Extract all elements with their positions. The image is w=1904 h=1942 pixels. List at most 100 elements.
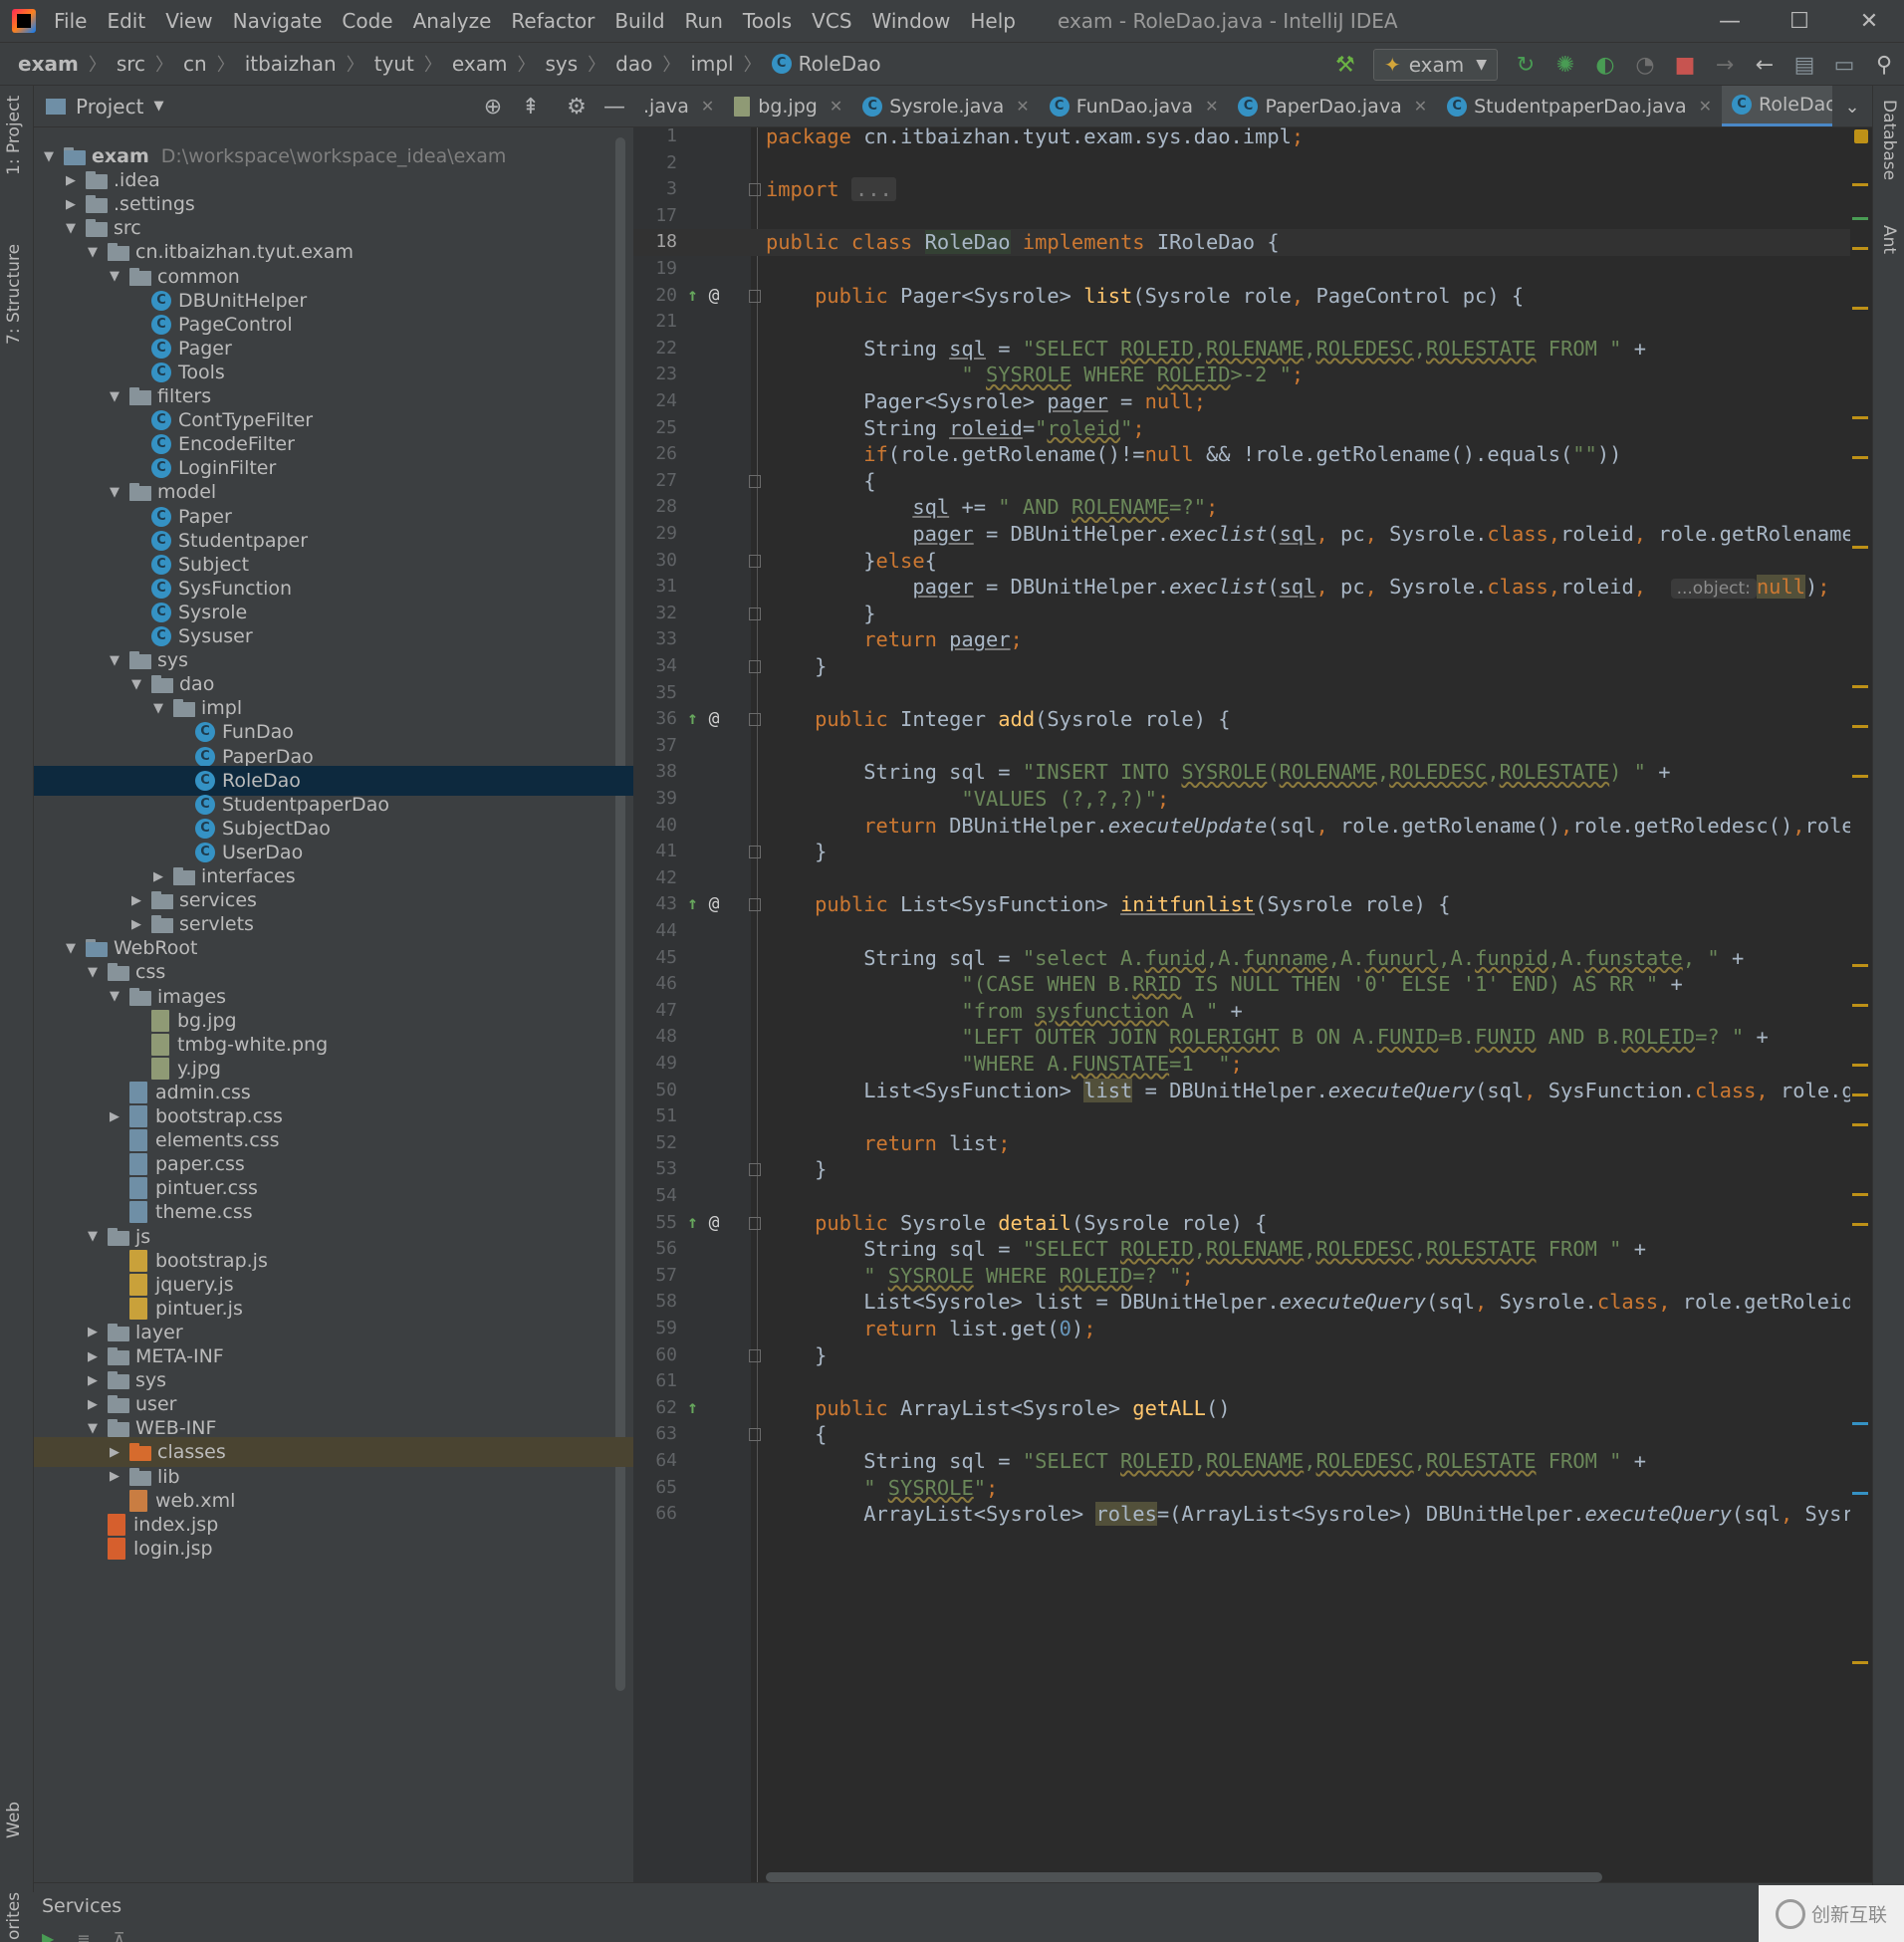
minimize-icon[interactable]: — <box>1695 0 1765 42</box>
expand-arrow-down-icon[interactable]: ▼ <box>104 269 125 284</box>
project-tool-tab[interactable]: 1: Project <box>4 96 24 175</box>
project-panel-title[interactable]: Project <box>76 95 143 119</box>
expand-arrow-right-icon[interactable]: ▶ <box>82 1373 104 1388</box>
expand-arrow-down-icon[interactable]: ▼ <box>104 989 125 1004</box>
profile-icon[interactable]: ◔ <box>1625 43 1665 87</box>
expand-arrow-down-icon[interactable]: ▼ <box>104 485 125 500</box>
expand-arrow-right-icon[interactable]: ▶ <box>60 173 82 188</box>
breadcrumb-item[interactable]: tyut <box>374 52 414 76</box>
expand-arrow-right-icon[interactable]: ▶ <box>104 1469 125 1484</box>
breadcrumb-item[interactable]: cn <box>183 52 207 76</box>
menu-file[interactable]: File <box>54 9 87 33</box>
collapse-icon[interactable]: ≡ <box>77 1929 90 1942</box>
menu-vcs[interactable]: VCS <box>812 9 851 33</box>
editor-tab[interactable]: C Sysrole.java ✕ <box>852 86 1039 126</box>
hide-panel-icon[interactable]: — <box>595 95 633 120</box>
expand-arrow-down-icon[interactable]: ▼ <box>60 221 82 236</box>
implements-method-icon[interactable]: ↑ @ <box>687 706 720 733</box>
menu-analyze[interactable]: Analyze <box>413 9 492 33</box>
fold-marker-icon[interactable] <box>749 660 761 673</box>
web-tool-tab[interactable]: Web <box>4 1802 24 1838</box>
menu-run[interactable]: Run <box>685 9 723 33</box>
expand-arrow-down-icon[interactable]: ▼ <box>82 1421 104 1436</box>
expand-arrow-down-icon[interactable]: ▼ <box>82 245 104 260</box>
menu-help[interactable]: Help <box>970 9 1016 33</box>
breadcrumb-item[interactable]: dao <box>615 52 652 76</box>
fold-marker-icon[interactable] <box>749 474 761 488</box>
expand-arrow-down-icon[interactable]: ▼ <box>125 677 147 692</box>
menu-refactor[interactable]: Refactor <box>511 9 595 33</box>
expand-arrow-down-icon[interactable]: ▼ <box>38 149 60 164</box>
expand-arrow-right-icon[interactable]: ▶ <box>82 1397 104 1412</box>
fold-marker-icon[interactable] <box>749 1348 761 1362</box>
implements-method-icon[interactable]: ↑ @ <box>687 1210 720 1237</box>
favorites-tool-tab[interactable]: orites <box>4 1892 24 1940</box>
expand-arrow-right-icon[interactable]: ▶ <box>104 1109 125 1124</box>
expand-arrow-down-icon[interactable]: ▼ <box>147 701 169 716</box>
close-tab-icon[interactable]: ✕ <box>1414 97 1427 116</box>
chevron-down-icon[interactable]: ▼ <box>153 99 163 114</box>
breadcrumb-item[interactable]: C RoleDao <box>771 52 881 76</box>
rerun-icon[interactable]: ↻ <box>1506 43 1546 87</box>
warning-status-icon[interactable] <box>1854 129 1868 143</box>
implements-method-icon[interactable]: ↑ @ <box>687 283 720 310</box>
close-tab-icon[interactable]: ✕ <box>1699 97 1712 116</box>
run-configuration-select[interactable]: ✦ exam ▼ <box>1372 49 1498 81</box>
structure-tool-tab[interactable]: 7: Structure <box>4 244 24 345</box>
filter-icon[interactable]: ⊼ <box>114 1929 125 1942</box>
editor-horizontal-scrollbar[interactable] <box>766 1872 1602 1882</box>
expand-arrow-right-icon[interactable]: ▶ <box>82 1325 104 1339</box>
expand-arrow-down-icon[interactable]: ▼ <box>60 941 82 956</box>
locate-file-icon[interactable]: ⊕ <box>474 95 512 120</box>
fold-marker-icon[interactable] <box>749 183 761 197</box>
fold-marker-icon[interactable] <box>749 846 761 859</box>
breadcrumb-item[interactable]: sys <box>545 52 578 76</box>
close-icon[interactable]: ✕ <box>1834 0 1904 42</box>
implements-method-icon[interactable]: ↑ @ <box>687 891 720 918</box>
expand-arrow-down-icon[interactable]: ▼ <box>82 965 104 980</box>
implements-method-icon[interactable]: ↑ <box>687 1395 698 1422</box>
breadcrumb-item[interactable]: impl <box>690 52 733 76</box>
run-icon[interactable]: ▶ <box>42 1929 54 1942</box>
gear-icon[interactable]: ⚙ <box>558 95 595 120</box>
coverage-icon[interactable]: ◐ <box>1585 43 1625 87</box>
fold-marker-icon[interactable] <box>749 1163 761 1177</box>
expand-arrow-right-icon[interactable]: ▶ <box>125 917 147 932</box>
forward-icon[interactable]: → <box>1705 43 1745 87</box>
build-hammer-icon[interactable]: ⚒ <box>1325 43 1365 87</box>
fold-marker-icon[interactable] <box>749 554 761 568</box>
menu-view[interactable]: View <box>165 9 212 33</box>
menu-tools[interactable]: Tools <box>743 9 792 33</box>
debug-icon[interactable]: ✺ <box>1546 43 1585 87</box>
close-tab-icon[interactable]: ✕ <box>1205 97 1218 116</box>
search-icon[interactable]: ⚲ <box>1864 43 1904 87</box>
editor-tab[interactable]: C StudentpaperDao.java ✕ <box>1437 86 1722 126</box>
tree-node[interactable]: login.jsp <box>34 1534 633 1564</box>
editor-tab[interactable]: C FunDao.java ✕ <box>1040 86 1229 126</box>
editor-tab[interactable]: C PaperDao.java ✕ <box>1228 86 1437 126</box>
stop-icon[interactable]: ■ <box>1665 43 1705 87</box>
menu-code[interactable]: Code <box>342 9 392 33</box>
breadcrumb-item[interactable]: exam <box>452 52 508 76</box>
menu-navigate[interactable]: Navigate <box>233 9 323 33</box>
expand-arrow-down-icon[interactable]: ▼ <box>104 389 125 404</box>
menu-edit[interactable]: Edit <box>107 9 145 33</box>
tab-list-chevron-icon[interactable]: ⌄ <box>1832 86 1872 126</box>
back-icon[interactable]: ← <box>1745 43 1785 87</box>
fold-marker-icon[interactable] <box>749 607 761 620</box>
expand-arrow-down-icon[interactable]: ▼ <box>104 653 125 668</box>
breadcrumb-item[interactable]: exam <box>18 52 79 76</box>
expand-arrow-right-icon[interactable]: ▶ <box>147 869 169 884</box>
terminal-icon[interactable]: ▭ <box>1824 43 1864 87</box>
menu-window[interactable]: Window <box>872 9 951 33</box>
fold-marker-icon[interactable] <box>749 289 761 303</box>
editor-tab[interactable]: bg.jpg ✕ <box>724 86 852 126</box>
ant-tool-tab[interactable]: Ant <box>1879 225 1899 254</box>
expand-arrow-down-icon[interactable]: ▼ <box>82 1229 104 1244</box>
fold-marker-icon[interactable] <box>749 713 761 727</box>
expand-arrow-right-icon[interactable]: ▶ <box>60 197 82 212</box>
database-tool-tab[interactable]: Database <box>1879 100 1899 180</box>
close-tab-icon[interactable]: ✕ <box>1016 97 1029 116</box>
code-editor[interactable]: 1 package cn.itbaizhan.tyut.exam.sys.dao.… <box>633 127 1872 1882</box>
menu-build[interactable]: Build <box>614 9 664 33</box>
